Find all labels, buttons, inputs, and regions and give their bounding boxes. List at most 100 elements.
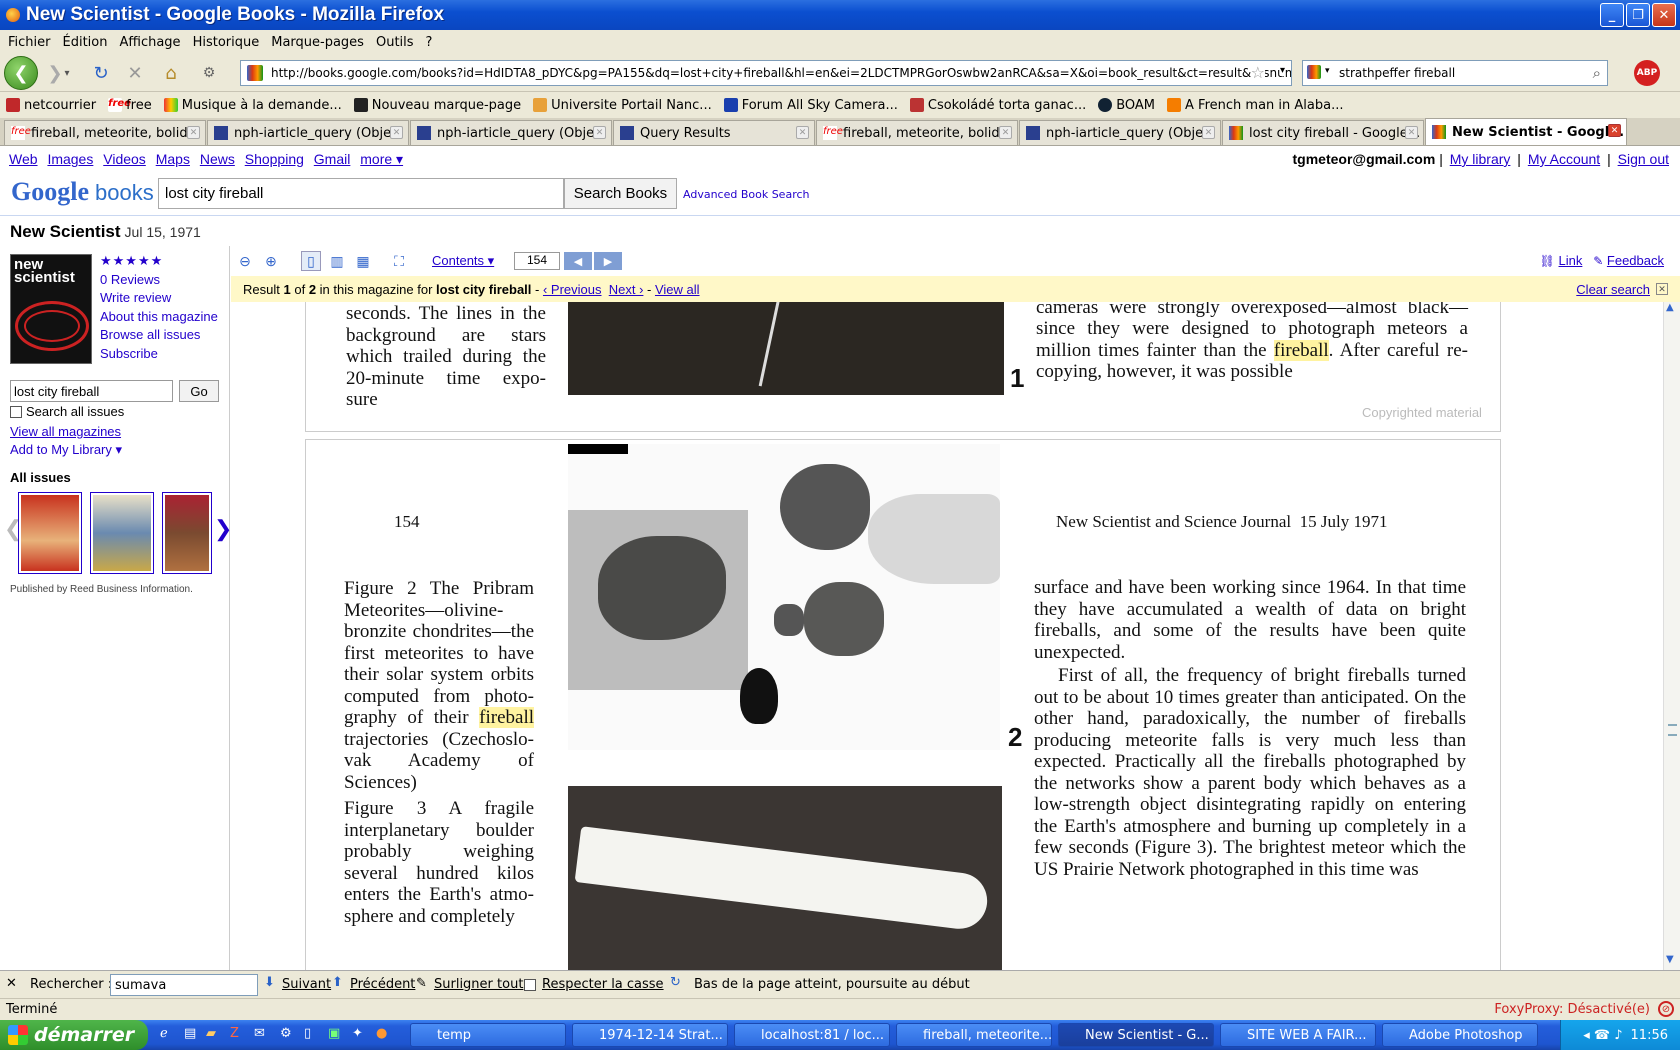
search-in-magazine-input[interactable]: lost city fireball (10, 380, 173, 402)
search-books-button[interactable]: Search Books (564, 178, 677, 209)
tools-icon[interactable]: ⚙ (194, 58, 224, 88)
gbar-web-link[interactable]: Web (9, 151, 38, 167)
filezilla-quicklaunch-icon[interactable]: Z (230, 1026, 239, 1041)
rating-stars[interactable]: ★★★★★ (100, 252, 218, 271)
tab[interactable]: free fireball, meteorite, bolid... ✕ (4, 120, 206, 145)
taskbar-item[interactable]: 1974-12-14 Strat... (572, 1023, 728, 1047)
about-magazine-link[interactable]: About this magazine (100, 308, 218, 327)
match-case-label[interactable]: Respecter la casse (542, 977, 664, 992)
menu-fichier[interactable]: Fichier (2, 35, 57, 50)
reload-icon[interactable]: ↻ (86, 58, 116, 88)
start-button[interactable]: démarrer (0, 1020, 148, 1050)
my-library-link[interactable]: My library (1450, 151, 1511, 167)
quicklaunch-icon[interactable]: ✉ (254, 1026, 265, 1041)
folder-quicklaunch-icon[interactable]: ▰ (206, 1026, 216, 1041)
foxyproxy-status[interactable]: FoxyProxy: Désactivé(e) (1494, 1002, 1650, 1017)
bookmark-item[interactable]: netcourrier (0, 98, 102, 113)
menu-marque-pages[interactable]: Marque-pages (265, 35, 370, 50)
find-previous-button[interactable]: Précédent (350, 977, 415, 992)
adblock-plus-icon[interactable]: ABP (1634, 60, 1660, 86)
contents-dropdown[interactable]: Contents ▾ (432, 253, 494, 269)
maximize-button[interactable]: ❐ (1626, 3, 1650, 27)
browse-issues-link[interactable]: Browse all issues (100, 326, 218, 345)
tab[interactable]: lost city fireball - Google... ✕ (1222, 120, 1424, 145)
search-all-issues-checkbox[interactable]: Search all issues (10, 404, 124, 419)
quicklaunch-icon[interactable]: ▣ (328, 1026, 340, 1041)
menu-outils[interactable]: Outils (370, 35, 420, 50)
tab[interactable]: nph-iarticle_query (Obje... ✕ (410, 120, 612, 145)
one-page-view-icon[interactable]: ▯ (301, 251, 321, 271)
foxyproxy-icon[interactable]: ⊘ (1658, 1001, 1674, 1017)
close-tab-icon[interactable]: ✕ (796, 126, 809, 139)
issue-thumbnail[interactable] (18, 492, 82, 574)
bookmark-item[interactable]: BOAM (1092, 98, 1161, 113)
reviews-link[interactable]: 0 Reviews (100, 271, 218, 290)
scroll-up-icon[interactable]: ▲ (1666, 302, 1678, 316)
url-bar[interactable]: http://books.google.com/books?id=HdIDTA8… (240, 60, 1292, 86)
highlight-all-button[interactable]: Surligner tout (434, 977, 523, 992)
next-page-icon[interactable]: ▶ (594, 252, 622, 270)
view-all-results-link[interactable]: View all (655, 282, 700, 297)
sign-out-link[interactable]: Sign out (1618, 151, 1669, 167)
search-engine-icon[interactable] (1307, 65, 1321, 79)
tab[interactable]: nph-iarticle_query (Obje... ✕ (1019, 120, 1221, 145)
tray-icons[interactable]: ◂ ☎ ♪ (1583, 1028, 1622, 1043)
prev-page-icon[interactable]: ◀ (564, 252, 592, 270)
taskbar-item-active[interactable]: New Scientist - G... (1058, 1023, 1214, 1047)
bookmark-item[interactable]: Musique à la demande... (158, 98, 348, 113)
tab[interactable]: nph-iarticle_query (Obje... ✕ (207, 120, 409, 145)
search-bar[interactable]: ▾ strathpeffer fireball ⌕ (1302, 60, 1608, 86)
page-number-input[interactable]: 154 (514, 252, 560, 270)
taskbar-item[interactable]: localhost:81 / loc... (734, 1023, 890, 1047)
quicklaunch-icon[interactable]: ▯ (304, 1026, 311, 1041)
magazine-cover[interactable]: new scientist (10, 254, 92, 364)
go-button[interactable]: Go (179, 380, 219, 402)
minimize-button[interactable]: _ (1600, 3, 1624, 27)
gbar-images-link[interactable]: Images (47, 151, 93, 167)
search-engine-dropdown-icon[interactable]: ▾ (1325, 66, 1330, 76)
menu-help[interactable]: ? (420, 35, 439, 50)
quicklaunch-icon[interactable]: ✦ (352, 1026, 363, 1041)
find-next-icon[interactable]: ⬇ (264, 975, 275, 990)
find-next-button[interactable]: Suivant (282, 977, 331, 992)
ie-quicklaunch-icon[interactable]: ℯ (160, 1026, 168, 1041)
close-tab-icon[interactable]: ✕ (1405, 126, 1418, 139)
quicklaunch-icon[interactable]: ⚙ (280, 1026, 292, 1041)
gbar-videos-link[interactable]: Videos (103, 151, 146, 167)
close-tab-icon[interactable]: ✕ (999, 126, 1012, 139)
taskbar-item[interactable]: Adobe Photoshop (1382, 1023, 1538, 1047)
gbar-news-link[interactable]: News (200, 151, 235, 167)
thumbnail-view-icon[interactable]: ▦ (353, 251, 373, 271)
bookmark-item[interactable]: A French man in Alaba... (1161, 98, 1349, 113)
next-result-link[interactable]: Next › (609, 282, 644, 297)
two-page-view-icon[interactable]: ▥ (327, 251, 347, 271)
back-button[interactable]: ❮ (4, 56, 38, 90)
close-tab-icon[interactable]: ✕ (1608, 124, 1621, 137)
previous-result-link[interactable]: ‹ Previous (543, 282, 602, 297)
advanced-book-search-link[interactable]: Advanced Book Search (683, 188, 810, 201)
match-case-checkbox[interactable] (524, 979, 536, 991)
menu-edition[interactable]: Édition (57, 35, 114, 50)
clear-search-link[interactable]: Clear search (1576, 282, 1650, 297)
zoom-in-icon[interactable]: ⊕ (261, 251, 281, 271)
my-account-link[interactable]: My Account (1528, 151, 1600, 167)
tab-active[interactable]: New Scientist - Googl... ✕ (1425, 118, 1627, 145)
subscribe-link[interactable]: Subscribe (100, 345, 218, 364)
add-to-library-link[interactable]: Add to My Library ▾ (10, 442, 122, 458)
issue-thumbnail[interactable] (162, 492, 212, 574)
quicklaunch-icon[interactable]: ▤ (184, 1026, 196, 1041)
link-link[interactable]: Link (1559, 253, 1583, 268)
search-icon[interactable]: ⌕ (1593, 64, 1601, 82)
find-previous-icon[interactable]: ⬆ (332, 975, 343, 990)
bookmark-star-icon[interactable]: ☆ (1250, 63, 1265, 82)
issue-thumbnail[interactable] (90, 492, 154, 574)
tab[interactable]: free fireball, meteorite, bolid... ✕ (816, 120, 1018, 145)
bookmark-item[interactable]: Nouveau marque-page (348, 98, 527, 113)
url-dropdown-icon[interactable]: ▾ (1279, 65, 1285, 76)
taskbar-item[interactable]: SITE WEB A FAIR... (1220, 1023, 1376, 1047)
bookmark-item[interactable]: Forum All Sky Camera... (718, 98, 904, 113)
bookmark-item[interactable]: Universite Portail Nanc... (527, 98, 718, 113)
view-all-magazines-link[interactable]: View all magazines (10, 424, 121, 439)
zoom-out-icon[interactable]: ⊖ (235, 251, 255, 271)
page-scroll-area[interactable]: seconds. The lines in the background are… (231, 302, 1663, 970)
